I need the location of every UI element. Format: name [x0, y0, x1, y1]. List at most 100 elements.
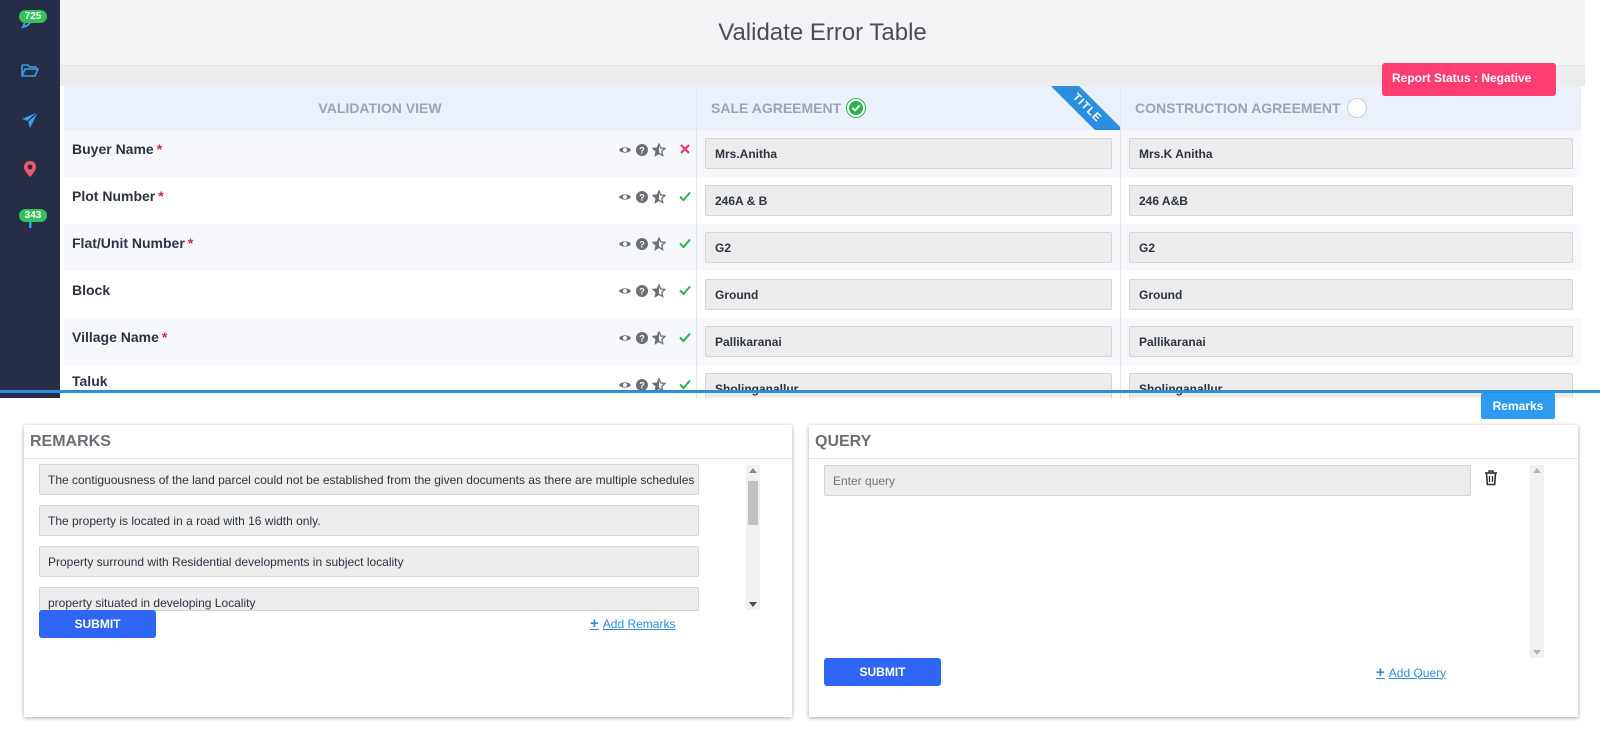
divider [60, 66, 1585, 86]
eye-icon[interactable] [618, 284, 632, 303]
page-title: Validate Error Table [718, 18, 927, 46]
check-icon [678, 236, 692, 255]
svg-text:?: ? [639, 334, 645, 344]
query-scrollbar[interactable] [1530, 465, 1544, 658]
check-icon [678, 283, 692, 302]
query-panel: QUERY SUBMIT + Add Query [809, 425, 1578, 717]
add-query-link[interactable]: + Add Query [1376, 664, 1446, 681]
map-marker-icon [20, 159, 40, 184]
svg-text:?: ? [639, 287, 645, 297]
empty-circle-icon[interactable] [1346, 98, 1367, 118]
field-label: Taluk [72, 373, 108, 389]
split-divider[interactable] [0, 390, 1600, 393]
eye-icon[interactable] [618, 331, 632, 350]
table-header: VALIDATION VIEW SALE AGREEMENT TITLE CON… [64, 86, 1581, 130]
field-label: Village Name * [72, 329, 168, 345]
check-icon [678, 377, 692, 396]
check-icon [678, 330, 692, 349]
construction-value[interactable]: 246 A&B [1129, 185, 1573, 216]
header-construction-label: CONSTRUCTION AGREEMENT [1135, 100, 1341, 116]
table-row: Plot Number * ? 246A & B 246 A&B [64, 177, 1581, 224]
validation-table: VALIDATION VIEW SALE AGREEMENT TITLE CON… [64, 86, 1581, 398]
star-half-icon[interactable] [651, 283, 667, 303]
construction-value[interactable]: G2 [1129, 232, 1573, 263]
remarks-title: REMARKS [24, 425, 792, 459]
help-icon[interactable]: ? [635, 237, 649, 256]
remark-item[interactable]: The property is located in a road with 1… [39, 505, 699, 536]
sale-value[interactable]: Sholinganallur [705, 373, 1112, 398]
sidebar-badge: 343 [19, 209, 47, 222]
construction-value[interactable]: Mrs.K Anitha [1129, 138, 1573, 169]
x-icon [678, 142, 692, 161]
remarks-tab[interactable]: Remarks [1481, 393, 1555, 419]
field-label: Plot Number * [72, 188, 164, 204]
star-half-icon[interactable] [651, 330, 667, 350]
svg-text:?: ? [639, 146, 645, 156]
validation-area: Validate Error Table VALIDATION VIEW SAL… [60, 0, 1600, 398]
scroll-down-icon[interactable] [749, 602, 757, 607]
eye-icon[interactable] [618, 190, 632, 209]
eye-icon[interactable] [618, 237, 632, 256]
field-label: Buyer Name * [72, 141, 163, 157]
table-row: Village Name * ? Pallikaranai Pallikarana… [64, 318, 1581, 365]
table-row: Block ? Ground Ground [64, 271, 1581, 318]
trash-icon[interactable] [1483, 469, 1499, 491]
table-row: Flat/Unit Number * ? G2 G2 [64, 224, 1581, 271]
scroll-down-icon[interactable] [1533, 650, 1541, 655]
plus-icon: + [1376, 664, 1385, 681]
remarks-scrollbar[interactable] [746, 465, 760, 610]
eye-icon[interactable] [618, 378, 632, 397]
construction-value[interactable]: Ground [1129, 279, 1573, 310]
star-half-icon[interactable] [651, 189, 667, 209]
field-label: Flat/Unit Number * [72, 235, 194, 251]
help-icon[interactable]: ? [635, 378, 649, 397]
help-icon[interactable]: ? [635, 284, 649, 303]
help-icon[interactable]: ? [635, 331, 649, 350]
remarks-submit-button[interactable]: SUBMIT [39, 610, 156, 638]
scroll-thumb[interactable] [748, 481, 758, 525]
sidebar-item-location[interactable] [0, 151, 60, 191]
sidebar-item-folder[interactable] [0, 52, 60, 92]
paper-plane-icon [20, 110, 40, 135]
folder-open-icon [20, 60, 40, 85]
query-input[interactable] [824, 465, 1471, 496]
sidebar: 725 343 [0, 0, 60, 398]
remark-item[interactable]: The contiguousness of the land parcel co… [39, 464, 699, 495]
sidebar-item-signpost[interactable]: 343 [0, 201, 60, 241]
star-half-icon[interactable] [651, 377, 667, 397]
svg-text:?: ? [639, 240, 645, 250]
sidebar-item-send[interactable] [0, 102, 60, 142]
add-remarks-link[interactable]: + Add Remarks [590, 615, 675, 632]
title-ribbon: TITLE [1041, 86, 1120, 130]
table-row: Taluk ? Sholinganallur Sholinganallur [64, 365, 1581, 398]
remarks-panel: REMARKS The contiguousness of the land p… [24, 425, 792, 717]
scroll-up-icon[interactable] [749, 468, 757, 473]
help-icon[interactable]: ? [635, 190, 649, 209]
header-validation-view: VALIDATION VIEW [64, 86, 697, 130]
sale-value[interactable]: Mrs.Anitha [705, 138, 1112, 169]
star-half-icon[interactable] [651, 236, 667, 256]
help-icon[interactable]: ? [635, 143, 649, 162]
sidebar-item-edit[interactable]: 725 [0, 2, 60, 42]
remark-item[interactable]: property situated in developing Locality [39, 587, 699, 611]
table-row: Buyer Name * ? Mrs.Anitha Mrs.K Anitha [64, 130, 1581, 177]
title-bar: Validate Error Table [60, 0, 1585, 66]
construction-value[interactable]: Pallikaranai [1129, 326, 1573, 357]
svg-text:?: ? [639, 381, 645, 391]
sale-value[interactable]: G2 [705, 232, 1112, 263]
remark-item[interactable]: Property surround with Residential devel… [39, 546, 699, 577]
scroll-up-icon[interactable] [1533, 468, 1541, 473]
header-sale-agreement[interactable]: SALE AGREEMENT TITLE [697, 86, 1121, 130]
star-half-icon[interactable] [651, 142, 667, 162]
plus-icon: + [590, 615, 599, 632]
sale-value[interactable]: 246A & B [705, 185, 1112, 216]
sale-value[interactable]: Ground [705, 279, 1112, 310]
eye-icon[interactable] [618, 143, 632, 162]
sidebar-badge: 725 [19, 10, 47, 23]
check-circle-icon [847, 99, 866, 117]
query-submit-button[interactable]: SUBMIT [824, 658, 941, 686]
query-title: QUERY [809, 425, 1578, 459]
report-status-button[interactable]: Report Status : Negative [1382, 63, 1556, 96]
header-sale-label: SALE AGREEMENT [711, 100, 842, 116]
sale-value[interactable]: Pallikaranai [705, 326, 1112, 357]
